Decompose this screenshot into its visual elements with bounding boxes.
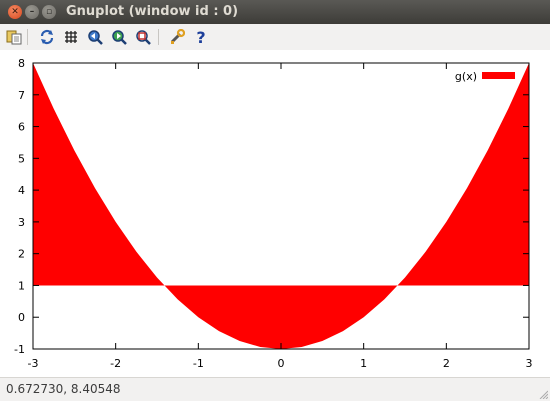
y-tick-label: 1 <box>18 279 25 292</box>
title-bar: ✕ – ▫ Gnuplot (window id : 0) <box>0 0 550 24</box>
y-tick-label: 3 <box>18 216 25 229</box>
preferences-icon[interactable] <box>168 28 186 46</box>
y-tick-label: 7 <box>18 89 25 102</box>
y-tick-label: 4 <box>18 184 25 197</box>
x-tick-label: -2 <box>110 357 121 370</box>
series-area <box>33 63 529 349</box>
zoom-next-icon[interactable] <box>110 28 128 46</box>
chart: -3 -2 -1 0 1 2 3 -1 0 1 2 3 4 5 6 7 8 g(x) <box>14 57 533 370</box>
replot-icon[interactable] <box>38 28 56 46</box>
y-tick-label: 0 <box>18 311 25 324</box>
y-tick-label: 5 <box>18 152 25 165</box>
y-tick-label: -1 <box>14 343 25 356</box>
y-tick-label: 2 <box>18 248 25 261</box>
maximize-window-button[interactable]: ▫ <box>42 5 56 19</box>
close-window-button[interactable]: ✕ <box>8 5 22 19</box>
toolbar-separator <box>27 29 28 45</box>
cursor-coordinates: 0.672730, 8.40548 <box>6 382 121 396</box>
x-tick-label: -1 <box>193 357 204 370</box>
resize-grip-icon[interactable] <box>538 389 548 399</box>
legend-swatch <box>482 72 515 79</box>
minimize-window-button[interactable]: – <box>25 5 39 19</box>
x-tick-label: 1 <box>360 357 367 370</box>
toolbar: ? <box>0 24 550 50</box>
window-title: Gnuplot (window id : 0) <box>66 4 239 19</box>
status-bar: 0.672730, 8.40548 <box>0 377 550 401</box>
zoom-previous-icon[interactable] <box>86 28 104 46</box>
y-tick-label: 8 <box>18 57 25 70</box>
toggle-grid-icon[interactable] <box>62 28 80 46</box>
copy-to-clipboard-icon[interactable] <box>5 28 23 46</box>
plot-area[interactable]: -3 -2 -1 0 1 2 3 -1 0 1 2 3 4 5 6 7 8 g(x) <box>0 50 550 377</box>
x-tick-label: 2 <box>443 357 450 370</box>
y-tick-label: 6 <box>18 121 25 134</box>
help-icon[interactable]: ? <box>192 28 210 47</box>
toolbar-separator <box>158 29 159 45</box>
x-tick-label: 0 <box>278 357 285 370</box>
x-tick-label: 3 <box>526 357 533 370</box>
x-tick-label: -3 <box>28 357 39 370</box>
legend-label: g(x) <box>455 70 477 83</box>
unzoom-icon[interactable] <box>134 28 152 46</box>
